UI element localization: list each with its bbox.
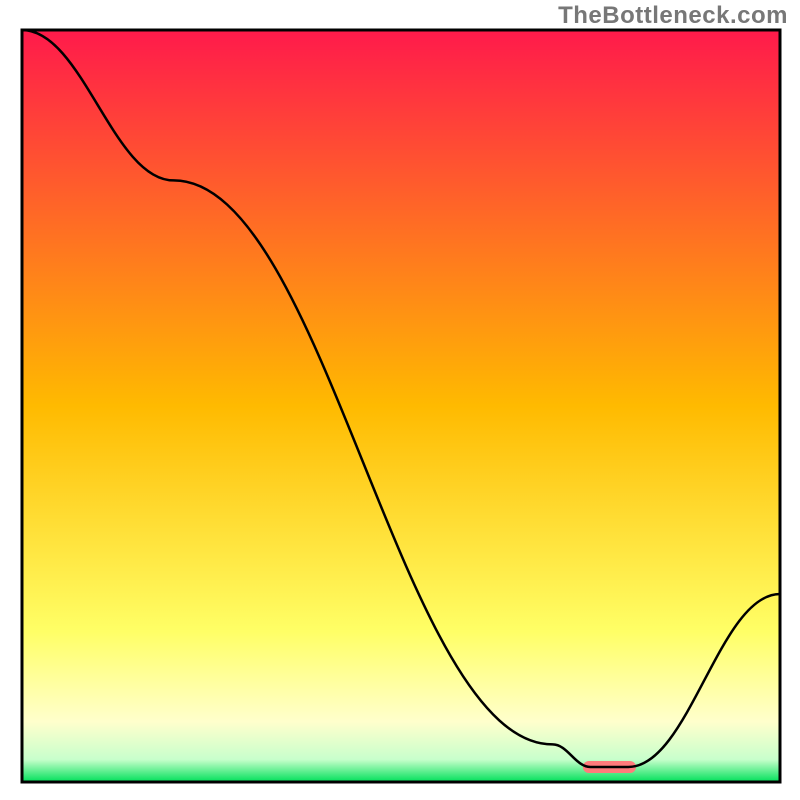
plot-background [22,30,780,782]
bottleneck-chart [0,0,800,800]
chart-frame: TheBottleneck.com [0,0,800,800]
